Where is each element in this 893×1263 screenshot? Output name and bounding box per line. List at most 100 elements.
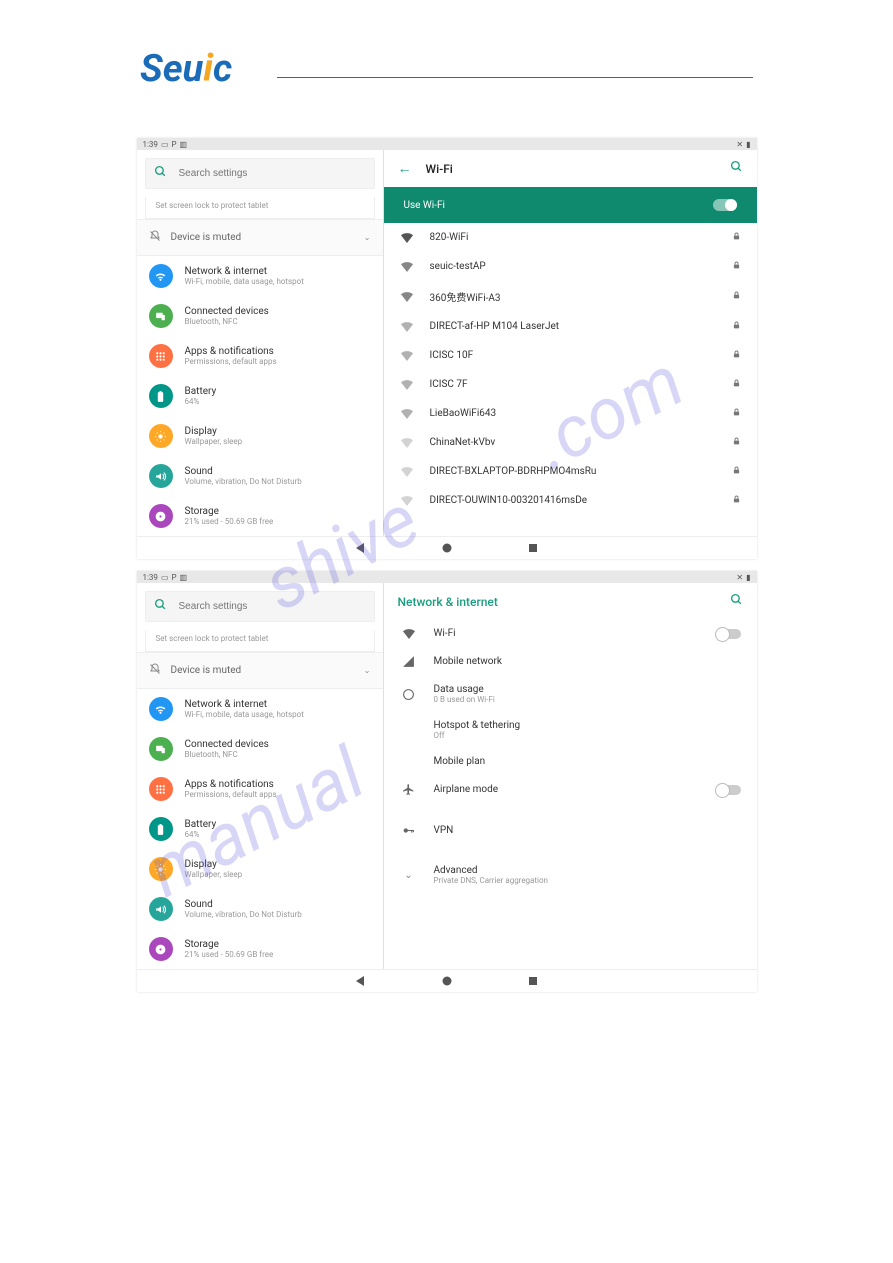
- settings-sidebar: Set screen lock to protect tablet Device…: [137, 583, 384, 969]
- status-icon: ✕: [736, 573, 743, 582]
- wifi-network-row[interactable]: ChinaNet-kVbv: [384, 428, 757, 457]
- wifi-ssid: 360免费WiFi-A3: [430, 289, 716, 304]
- setting-title: Battery: [185, 819, 217, 830]
- nav-bar: [137, 536, 757, 559]
- network-row-cell[interactable]: Mobile network: [384, 647, 757, 676]
- nav-bar: [137, 969, 757, 992]
- status-icon: ✕: [736, 140, 743, 149]
- search-icon[interactable]: [730, 593, 743, 610]
- setting-item-devices[interactable]: Connected devicesBluetooth, NFC: [137, 296, 383, 336]
- network-row-data[interactable]: Data usage0 B used on Wi-Fi: [384, 676, 757, 712]
- wifi-network-row[interactable]: DIRECT-OUWIN10-003201416msDe: [384, 486, 757, 515]
- wifi-network-row[interactable]: LieBaoWiFi643: [384, 399, 757, 428]
- wifi-ssid: ICISC 10F: [430, 350, 716, 361]
- wifi-signal-icon: [400, 291, 414, 302]
- apps-icon: [149, 344, 173, 368]
- recent-button[interactable]: [528, 543, 538, 553]
- setting-item-battery[interactable]: Battery64%: [137, 809, 383, 849]
- wifi-ssid: seuic-testAP: [430, 261, 716, 272]
- wifi-network-row[interactable]: DIRECT-BXLAPTOP-BDRHPMO4msRu: [384, 457, 757, 486]
- setting-item-display[interactable]: DisplayWallpaper, sleep: [137, 416, 383, 456]
- data-icon: [400, 688, 418, 701]
- use-wifi-label: Use Wi-Fi: [404, 200, 445, 211]
- setting-subtitle: 64%: [185, 830, 217, 839]
- network-row-none[interactable]: Mobile plan: [384, 748, 757, 775]
- brand-logo: Seuic: [140, 50, 232, 88]
- wifi-toggle[interactable]: [713, 199, 737, 211]
- settings-list: Network & internetWi-Fi, mobile, data us…: [137, 256, 383, 536]
- setting-item-apps[interactable]: Apps & notificationsPermissions, default…: [137, 769, 383, 809]
- search-box[interactable]: [145, 591, 375, 622]
- wifi-network-row[interactable]: DIRECT-af-HP M104 LaserJet: [384, 312, 757, 341]
- battery-icon: [149, 817, 173, 841]
- wifi-network-row[interactable]: ICISC 7F: [384, 370, 757, 399]
- wifi-network-row[interactable]: 360免费WiFi-A3: [384, 281, 757, 312]
- storage-icon: [149, 504, 173, 528]
- network-row-vpn[interactable]: VPN: [384, 816, 757, 845]
- wifi-ssid: DIRECT-af-HP M104 LaserJet: [430, 321, 716, 332]
- setting-subtitle: Permissions, default apps: [185, 357, 277, 366]
- home-button[interactable]: [442, 976, 452, 986]
- setting-subtitle: Wi-Fi, mobile, data usage, hotspot: [185, 710, 304, 719]
- chevron-down-icon: ⌄: [364, 666, 371, 675]
- status-icon: ▥: [180, 140, 188, 149]
- lock-icon: [732, 378, 741, 391]
- setting-title: Storage: [185, 939, 274, 950]
- screenshot-network: 1:39▭P▥ ✕▮ Set screen lock to protect ta…: [137, 571, 757, 992]
- devices-icon: [149, 737, 173, 761]
- setting-item-battery[interactable]: Battery64%: [137, 376, 383, 416]
- wifi-icon: [400, 628, 418, 639]
- wifi-ssid: DIRECT-OUWIN10-003201416msDe: [430, 495, 716, 506]
- back-button[interactable]: [356, 543, 366, 553]
- setting-item-storage[interactable]: Storage21% used - 50.69 GB free: [137, 496, 383, 536]
- network-row-wifi[interactable]: Wi-Fi: [384, 620, 757, 647]
- lock-icon: [732, 494, 741, 507]
- devices-icon: [149, 304, 173, 328]
- setting-item-wifi[interactable]: Network & internetWi-Fi, mobile, data us…: [137, 689, 383, 729]
- recent-button[interactable]: [528, 976, 538, 986]
- setting-title: Sound: [185, 466, 302, 477]
- network-title: Network & internet: [398, 595, 498, 609]
- back-icon[interactable]: ←: [398, 160, 412, 177]
- setting-title: Network & internet: [185, 699, 304, 710]
- setting-item-sound[interactable]: SoundVolume, vibration, Do Not Disturb: [137, 456, 383, 496]
- wifi-icon: [149, 697, 173, 721]
- setting-item-devices[interactable]: Connected devicesBluetooth, NFC: [137, 729, 383, 769]
- security-hint[interactable]: Set screen lock to protect tablet: [145, 630, 375, 652]
- muted-banner[interactable]: Device is muted ⌄: [137, 219, 383, 256]
- battery-icon: [149, 384, 173, 408]
- setting-item-apps[interactable]: Apps & notificationsPermissions, default…: [137, 336, 383, 376]
- wifi-network-row[interactable]: 820-WiFi: [384, 223, 757, 252]
- display-icon: [149, 857, 173, 881]
- wifi-network-list: 820-WiFi seuic-testAP 360免费WiFi-A3 DIRECT-a…: [384, 223, 757, 515]
- home-button[interactable]: [442, 543, 452, 553]
- net-item-title: Airplane mode: [434, 784, 701, 795]
- back-button[interactable]: [356, 976, 366, 986]
- search-box[interactable]: [145, 158, 375, 189]
- search-input[interactable]: [177, 167, 366, 180]
- toggle-switch[interactable]: [717, 785, 741, 795]
- wifi-network-row[interactable]: seuic-testAP: [384, 252, 757, 281]
- status-icon: P: [172, 573, 177, 582]
- status-icon: ▭: [161, 140, 169, 149]
- network-row-airplane[interactable]: Airplane mode: [384, 775, 757, 804]
- muted-banner[interactable]: Device is muted ⌄: [137, 652, 383, 689]
- search-icon[interactable]: [730, 160, 743, 177]
- setting-item-display[interactable]: DisplayWallpaper, sleep: [137, 849, 383, 889]
- screenshot-wifi: 1:39▭P▥ ✕▮ Set screen lock to protect ta…: [137, 138, 757, 559]
- net-item-subtitle: Private DNS, Carrier aggregation: [434, 876, 741, 885]
- page-header: Seuic: [0, 0, 893, 88]
- toggle-switch[interactable]: [717, 629, 741, 639]
- net-item-title: Mobile plan: [434, 756, 741, 767]
- setting-item-storage[interactable]: Storage21% used - 50.69 GB free: [137, 929, 383, 969]
- setting-item-wifi[interactable]: Network & internetWi-Fi, mobile, data us…: [137, 256, 383, 296]
- network-row-hotspot[interactable]: Hotspot & tetheringOff: [384, 712, 757, 748]
- setting-item-sound[interactable]: SoundVolume, vibration, Do Not Disturb: [137, 889, 383, 929]
- security-hint[interactable]: Set screen lock to protect tablet: [145, 197, 375, 219]
- wifi-ssid: 820-WiFi: [430, 232, 716, 243]
- wifi-network-row[interactable]: ICISC 10F: [384, 341, 757, 370]
- use-wifi-row[interactable]: Use Wi-Fi: [384, 187, 757, 223]
- search-input[interactable]: [177, 600, 366, 613]
- net-item-subtitle: 0 B used on Wi-Fi: [434, 695, 741, 704]
- network-row-expand[interactable]: ⌄AdvancedPrivate DNS, Carrier aggregatio…: [384, 857, 757, 893]
